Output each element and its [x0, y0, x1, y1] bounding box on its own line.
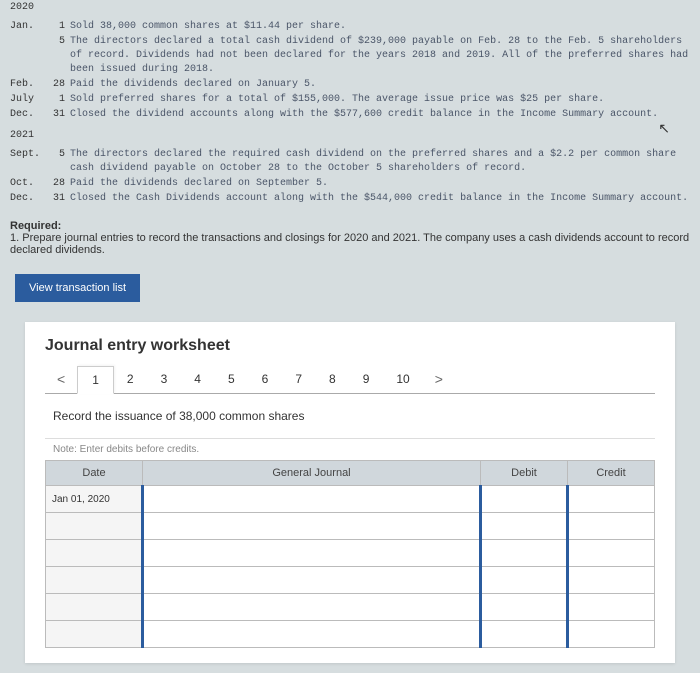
date-cell[interactable]	[46, 594, 143, 621]
tab-6[interactable]: 6	[248, 366, 283, 392]
debit-cell[interactable]	[481, 621, 568, 648]
trans-day: 1	[45, 93, 70, 107]
year-label-2021: 2021	[0, 128, 700, 143]
trans-month: Dec.	[10, 108, 45, 122]
journal-entry-table: Date General Journal Debit Credit Jan 01…	[45, 460, 655, 648]
trans-month	[10, 35, 45, 77]
credit-cell[interactable]	[568, 621, 655, 648]
tab-2[interactable]: 2	[113, 366, 148, 392]
trans-day: 5	[45, 148, 70, 176]
debit-cell[interactable]	[481, 513, 568, 540]
tab-prev-arrow[interactable]: <	[45, 365, 77, 393]
trans-month: Oct.	[10, 177, 45, 191]
trans-month: July	[10, 93, 45, 107]
required-title: Required:	[10, 220, 690, 232]
header-date: Date	[46, 461, 143, 486]
worksheet-title: Journal entry worksheet	[45, 337, 655, 355]
trans-day: 28	[45, 78, 70, 92]
required-text: 1. Prepare journal entries to record the…	[10, 232, 690, 256]
gj-cell[interactable]	[143, 486, 481, 513]
trans-month: Feb.	[10, 78, 45, 92]
year-label-2020: 2020	[0, 0, 700, 15]
table-row	[46, 621, 655, 648]
gj-cell[interactable]	[143, 594, 481, 621]
table-row	[46, 567, 655, 594]
header-credit: Credit	[568, 461, 655, 486]
debit-cell[interactable]	[481, 594, 568, 621]
debit-cell[interactable]	[481, 486, 568, 513]
tab-1[interactable]: 1	[77, 366, 114, 394]
table-row	[46, 594, 655, 621]
tab-next-arrow[interactable]: >	[423, 365, 455, 393]
tab-5[interactable]: 5	[214, 366, 249, 392]
entry-note: Note: Enter debits before credits.	[45, 438, 655, 460]
date-cell[interactable]	[46, 540, 143, 567]
date-cell[interactable]	[46, 621, 143, 648]
required-section: Required: 1. Prepare journal entries to …	[0, 212, 700, 264]
view-transaction-list-button[interactable]: View transaction list	[15, 274, 140, 302]
date-cell[interactable]	[46, 567, 143, 594]
debit-cell[interactable]	[481, 567, 568, 594]
trans-text: Sold 38,000 common shares at $11.44 per …	[70, 20, 690, 34]
credit-cell[interactable]	[568, 486, 655, 513]
worksheet-tabs: < 1 2 3 4 5 6 7 8 9 10 >	[45, 365, 655, 394]
transactions-2020: Jan. 1 Sold 38,000 common shares at $11.…	[0, 15, 700, 128]
date-cell[interactable]: Jan 01, 2020	[46, 486, 143, 513]
trans-day: 28	[45, 177, 70, 191]
transactions-2021: Sept. 5 The directors declared the requi…	[0, 143, 700, 212]
gj-cell[interactable]	[143, 621, 481, 648]
tab-7[interactable]: 7	[281, 366, 316, 392]
journal-worksheet: Journal entry worksheet < 1 2 3 4 5 6 7 …	[25, 322, 675, 663]
debit-cell[interactable]	[481, 540, 568, 567]
trans-text: Closed the dividend accounts along with …	[70, 108, 690, 122]
entry-instruction: Record the issuance of 38,000 common sha…	[45, 394, 655, 438]
tab-3[interactable]: 3	[147, 366, 182, 392]
trans-text: Closed the Cash Dividends account along …	[70, 192, 690, 206]
trans-text: Sold preferred shares for a total of $15…	[70, 93, 690, 107]
trans-month: Dec.	[10, 192, 45, 206]
table-row: Jan 01, 2020	[46, 486, 655, 513]
tab-4[interactable]: 4	[180, 366, 215, 392]
credit-cell[interactable]	[568, 567, 655, 594]
trans-month: Sept.	[10, 148, 45, 176]
trans-day: 31	[45, 108, 70, 122]
trans-month: Jan.	[10, 20, 45, 34]
trans-day: 31	[45, 192, 70, 206]
tab-8[interactable]: 8	[315, 366, 350, 392]
credit-cell[interactable]	[568, 594, 655, 621]
credit-cell[interactable]	[568, 540, 655, 567]
trans-day: 5	[45, 35, 70, 77]
gj-cell[interactable]	[143, 567, 481, 594]
tab-9[interactable]: 9	[349, 366, 384, 392]
header-debit: Debit	[481, 461, 568, 486]
trans-text: Paid the dividends declared on January 5…	[70, 78, 690, 92]
trans-day: 1	[45, 20, 70, 34]
table-row	[46, 540, 655, 567]
date-cell[interactable]	[46, 513, 143, 540]
trans-text: Paid the dividends declared on September…	[70, 177, 690, 191]
trans-text: The directors declared a total cash divi…	[70, 35, 690, 77]
credit-cell[interactable]	[568, 513, 655, 540]
trans-text: The directors declared the required cash…	[70, 148, 690, 176]
gj-cell[interactable]	[143, 540, 481, 567]
cursor-icon: ↖	[658, 120, 670, 137]
gj-cell[interactable]	[143, 513, 481, 540]
tab-10[interactable]: 10	[382, 366, 423, 392]
table-row	[46, 513, 655, 540]
header-general-journal: General Journal	[143, 461, 481, 486]
